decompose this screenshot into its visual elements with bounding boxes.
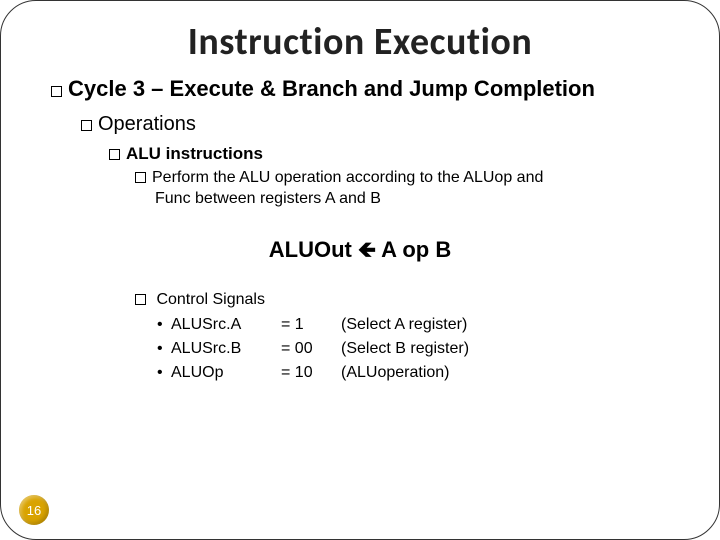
square-bullet-icon: [135, 294, 146, 305]
alu-expression: ALUOut 🡸 A op B: [37, 233, 683, 271]
signal-value: = 00: [281, 337, 341, 361]
perform-text-1: Perform the ALU operation according to t…: [152, 169, 543, 186]
signal-value: = 10: [281, 361, 341, 385]
control-signals-heading: Control Signals: [135, 291, 683, 309]
cycle-line: Cycle 3 – Execute & Branch and Jump Comp…: [51, 75, 683, 104]
alu-instructions-label: ALU instructions: [126, 144, 263, 163]
operations-line: Operations: [81, 112, 683, 137]
square-bullet-icon: [135, 172, 146, 183]
perform-line-1: Perform the ALU operation according to t…: [135, 168, 683, 189]
square-bullet-icon: [109, 149, 120, 160]
signal-row: ALUOp = 10 (ALUoperation): [157, 361, 683, 385]
control-signals-block: Control Signals ALUSrc.A = 1 (Select A r…: [135, 291, 683, 385]
signal-row: ALUSrc.B = 00 (Select B register): [157, 337, 683, 361]
slide-title: Instruction Execution: [37, 19, 683, 65]
cycle-bold: Cycle 3: [68, 76, 145, 101]
expr-lhs: ALUOut: [269, 237, 358, 262]
square-bullet-icon: [51, 86, 62, 97]
signal-name: ALUOp: [171, 361, 281, 385]
signal-desc: (Select A register): [341, 313, 683, 337]
left-arrow-icon: 🡸: [358, 237, 376, 262]
signal-name: ALUSrc.B: [171, 337, 281, 361]
signal-name: ALUSrc.A: [171, 313, 281, 337]
bullet-dot-icon: [157, 313, 171, 337]
control-signals-label: Control Signals: [152, 291, 265, 308]
bullet-dot-icon: [157, 361, 171, 385]
square-bullet-icon: [81, 120, 92, 131]
page-number: 16: [27, 503, 41, 518]
perform-line-2: Func between registers A and B: [155, 189, 683, 210]
signal-row: ALUSrc.A = 1 (Select A register): [157, 313, 683, 337]
alu-instructions-line: ALU instructions: [109, 143, 683, 164]
signal-value: = 1: [281, 313, 341, 337]
signal-desc: (ALUoperation): [341, 361, 683, 385]
signal-desc: (Select B register): [341, 337, 683, 361]
page-number-badge: 16: [19, 495, 49, 525]
bullet-dot-icon: [157, 337, 171, 361]
slide: Instruction Execution Cycle 3 – Execute …: [0, 0, 720, 540]
expr-rhs: A op B: [376, 237, 451, 262]
operations-label: Operations: [98, 113, 196, 135]
cycle-rest: – Execute & Branch and Jump Completion: [145, 76, 595, 101]
